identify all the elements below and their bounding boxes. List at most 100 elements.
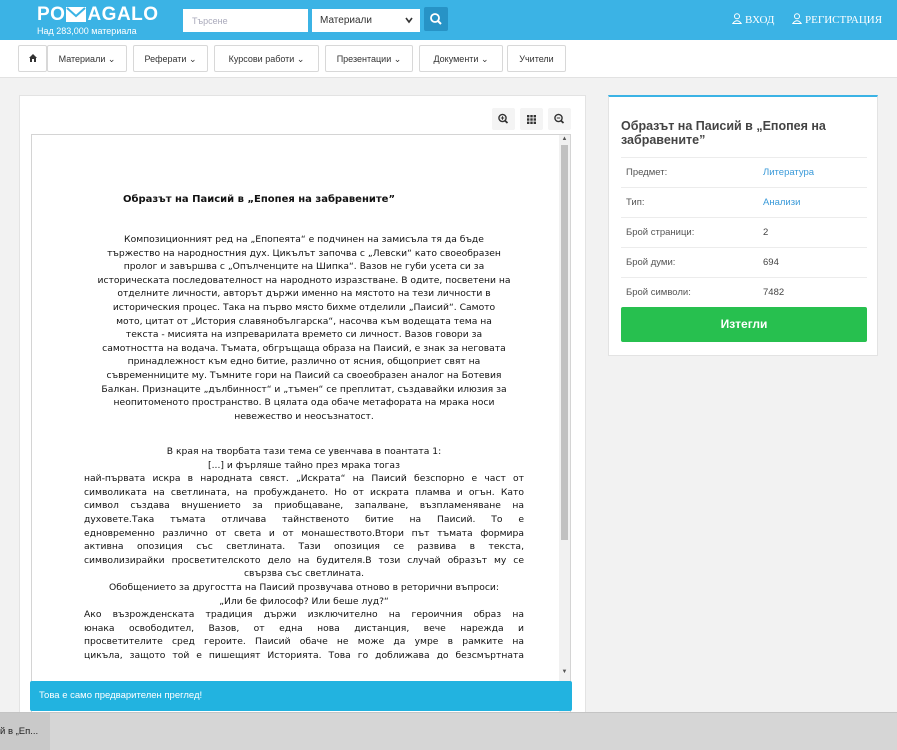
register-link[interactable]: РЕГИСТРАЦИЯ [791,13,883,27]
main-nav: Материали ⌄ Реферати ⌄ Курсови работи ⌄ … [0,40,897,78]
document-line: историческия процес. Така на първо място… [112,301,496,313]
home-icon [28,54,38,64]
scroll-up-arrow-icon[interactable]: ▲ [561,136,568,143]
nav-documents[interactable]: Документи ⌄ [419,45,503,72]
document-title: Образът на Паисий в „Епопея на забравени… [122,194,396,205]
search-category-select[interactable]: Материали [312,9,420,32]
nav-coursework[interactable]: Курсови работи ⌄ [214,45,319,72]
info-title: Образът на Паисий в „Епопея на забравени… [621,119,826,147]
info-key: Тип: [626,197,645,208]
zoom-in-button[interactable] [492,108,515,130]
document-line: съвременниците му. Тъмните гори на Паиси… [106,369,502,381]
search-icon [424,13,448,35]
site-logo[interactable]: PO AGALO Над 283,000 материала [37,5,159,36]
document-line: символизирайки просветителското дело на … [84,554,524,566]
document-line: духовете.Така тъмата отличава тайнствено… [84,513,524,525]
document-line: [...] и фърляше тайно през мрака тогаз [208,459,400,471]
login-label: ВХОД [745,14,775,26]
document-line: юнака освободител, Вазов, от една нова д… [84,622,524,634]
zoom-out-button[interactable] [548,108,571,130]
document-line: неопитоменото пространство. В цялата ода… [113,397,495,409]
grid-icon [520,115,543,134]
info-key: Брой думи: [626,257,676,268]
document-line: текста - мисията на изпреварилата времет… [125,329,483,341]
document-line: символ създава внушението за приобщаване… [84,500,524,512]
document-preview-panel: Образът на Паисий в „Епопея на забравени… [19,95,586,726]
zoom-in-icon [492,113,515,134]
document-paragraph-1: Композиционният ред на „Епопеята“ е подч… [84,233,524,423]
document-line: най-първата искра в народната свяст. „Ис… [84,473,524,485]
document-line: В края на творбата тази тема се увенчава… [166,446,442,457]
document-line: принадлежност към едно битие, различно о… [127,356,481,368]
document-line: активна опозиция със светлината. Тази оп… [84,541,524,553]
user-icon [731,13,743,27]
nav-presentations[interactable]: Презентации ⌄ [325,45,413,72]
register-label: РЕГИСТРАЦИЯ [805,14,883,26]
nav-materials-label: Материали [58,54,106,64]
zoom-out-icon [548,113,571,134]
nav-documents-label: Документи [433,54,479,64]
download-button[interactable]: Изтегли [621,307,867,342]
info-key: Предмет: [626,167,668,178]
scrollbar-thumb[interactable] [561,145,568,540]
document-info-panel: Образът на Паисий в „Епопея на забравени… [608,95,878,356]
nav-teachers[interactable]: Учители [507,45,566,72]
info-row-pages: Брой страници: 2 [621,217,867,247]
document-paragraph-2: В края на творбата тази тема се увенчава… [84,445,524,663]
document-line: тържество на народностния дух. Цикълът з… [107,247,501,259]
search-button[interactable] [424,7,448,31]
logo-text: PO AGALO [37,4,159,25]
nav-papers-label: Реферати [144,54,187,64]
document-line: мото, цитат от „История славянобългарска… [116,315,492,327]
document-line: историческата последователност на народн… [97,274,511,286]
chevron-down-icon: ⌄ [480,54,489,64]
logo-subtitle: Над 283,000 материала [37,26,137,36]
chevron-down-icon: ⌄ [296,54,305,64]
document-line: свързва със светлината. [243,568,364,580]
login-link[interactable]: ВХОД [731,13,775,27]
chevron-down-icon [405,9,413,41]
user-icon [791,13,803,27]
top-bar: PO AGALO Над 283,000 материала Материали… [0,0,897,40]
info-row-characters: Брой символи: 7482 [621,277,867,307]
nav-coursework-label: Курсови работи [228,54,295,64]
search-select-value: Материали [320,15,372,26]
preview-notice-banner: Това е само предварителен преглед! [30,681,572,711]
nav-presentations-label: Презентации [336,54,392,64]
taskbar-item[interactable]: й в „Еп... [0,713,50,750]
nav-teachers-label: Учители [519,54,554,64]
document-line: едновременно различно от света и от мона… [84,527,524,539]
nav-materials[interactable]: Материали ⌄ [47,45,127,72]
info-row-type: Тип: Анализи [621,187,867,217]
document-line: Балкан. Признаците „дълбинност“ и „тъмен… [101,383,507,395]
nav-papers[interactable]: Реферати ⌄ [133,45,208,72]
subject-link[interactable]: Литература [763,158,814,188]
document-line: Обобщението за другостта на Паисий прозв… [109,581,499,593]
nav-home[interactable] [18,45,47,72]
document-line: пролог и завършва с „Опълченците на Шипк… [123,261,485,273]
scroll-down-arrow-icon[interactable]: ▼ [561,669,568,676]
taskbar: й в „Еп... [0,712,897,750]
grid-view-button[interactable] [520,108,543,130]
chevron-down-icon: ⌄ [188,54,197,64]
document-line: цикъла, защото той е пишещият Историята.… [84,649,524,661]
document-line: Ако възрожденската традиция държи изключ… [84,609,524,621]
info-row-subject: Предмет: Литература [621,157,867,187]
document-scrollbar[interactable]: ▲ ▼ [559,135,570,725]
info-value: 7482 [763,287,785,298]
envelope-icon [66,7,87,22]
document-line: Композиционният ред на „Епопеята“ е подч… [124,234,484,245]
chevron-down-icon: ⌄ [393,54,402,64]
document-viewer[interactable]: Образът на Паисий в „Епопея на забравени… [31,134,571,726]
document-line: символиката на светлината, на пробуждане… [84,486,524,498]
document-line: отделните личности, авторът държи именно… [117,288,491,300]
document-line: „Или бе философ? Или беше луд?“ [219,595,389,607]
info-value: 2 [763,227,769,238]
document-line: невежество и неосъзнатост. [234,410,374,422]
info-key: Брой страници: [626,227,695,238]
search-input[interactable] [183,9,308,32]
info-value: 694 [763,257,779,268]
type-link[interactable]: Анализи [763,188,800,218]
info-row-words: Брой думи: 694 [621,247,867,277]
info-key: Брой символи: [626,287,691,298]
